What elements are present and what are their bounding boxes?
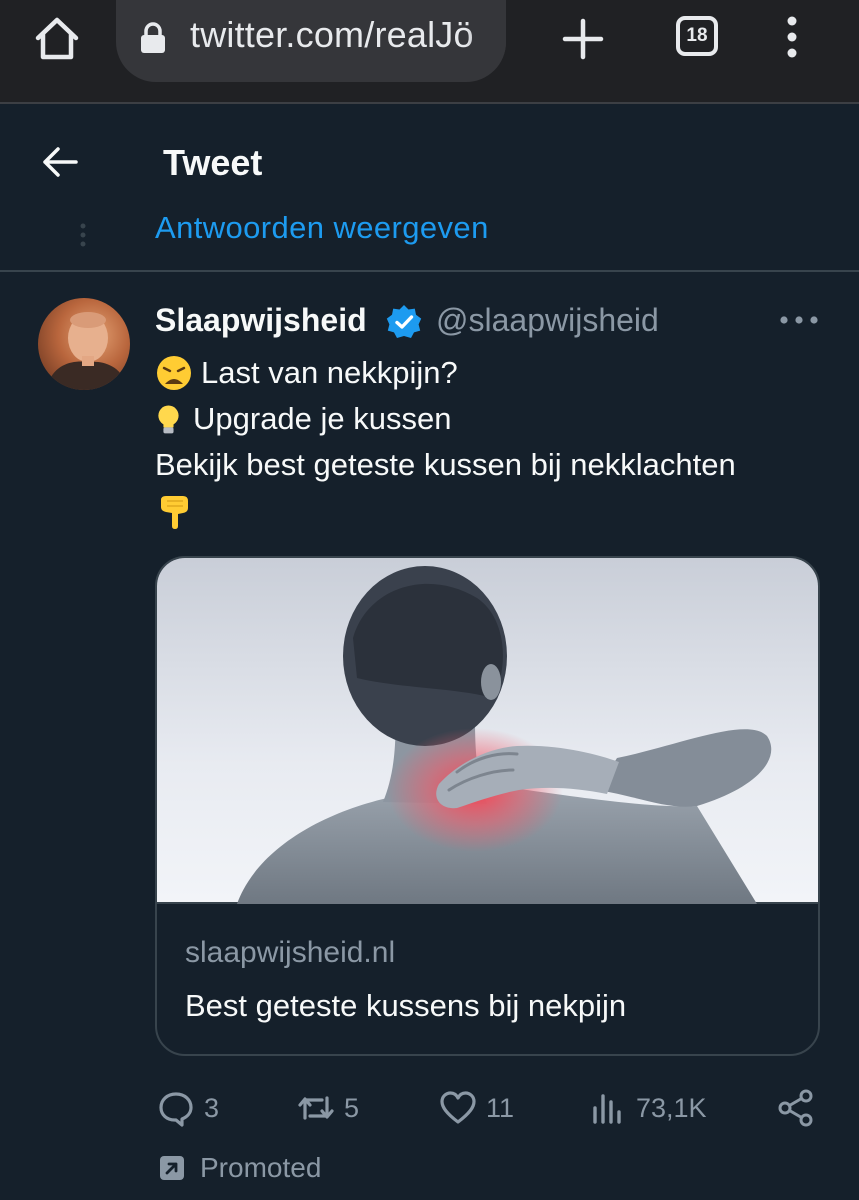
browser-toolbar: twitter.com/realJö 18: [0, 0, 859, 104]
new-tab-icon[interactable]: [560, 16, 606, 62]
promoted-label: Promoted: [158, 1152, 321, 1184]
promoted-icon: [160, 1156, 184, 1180]
light-bulb-icon: [158, 405, 179, 434]
more-vert-icon[interactable]: [778, 14, 806, 60]
thread-connector-icon: [80, 223, 86, 247]
like-button[interactable]: 11: [438, 1080, 514, 1136]
home-icon[interactable]: [32, 14, 82, 64]
like-count: 11: [486, 1092, 515, 1123]
tweet-line: Bekijk best geteste kussen bij nekklacht…: [155, 442, 835, 488]
weary-face-icon: [157, 356, 191, 390]
tweet-line-text: Upgrade je kussen: [193, 401, 452, 436]
reply-icon: [159, 1092, 193, 1127]
divider: [0, 270, 859, 272]
verified-badge-icon: [386, 305, 422, 338]
tweet-line: Upgrade je kussen: [155, 396, 835, 442]
avatar-portrait: [46, 312, 128, 390]
lock-icon: [141, 22, 165, 53]
retweet-icon: [298, 1096, 334, 1120]
author-handle[interactable]: @slaapwijsheid: [436, 302, 659, 339]
page-header: Tweet: [0, 106, 859, 216]
retweet-count: 5: [344, 1092, 360, 1123]
author-name[interactable]: Slaapwijsheid: [155, 302, 367, 339]
promoted-text: Promoted: [200, 1152, 322, 1183]
views-button[interactable]: 73,1K: [588, 1080, 707, 1136]
page-title: Tweet: [163, 142, 263, 183]
backhand-index-pointing-down-icon: [161, 496, 188, 529]
analytics-icon: [593, 1094, 621, 1124]
tweet-text: Last van nekkpijn? Upgrade je kussen Bek…: [155, 350, 835, 534]
card-image: [157, 558, 818, 904]
tweet-line-text: Bekijk best geteste kussen bij nekklacht…: [155, 447, 736, 482]
card-title: Best geteste kussens bij nekpijn: [185, 988, 627, 1023]
tweet-line: [155, 488, 835, 534]
share-button[interactable]: [776, 1080, 816, 1136]
tweet-actions: 3 5 11 73,1K: [0, 1080, 859, 1136]
tweet-line: Last van nekkpijn?: [155, 350, 835, 396]
retweet-button[interactable]: 5: [296, 1080, 359, 1136]
link-card[interactable]: slaapwijsheid.nl Best geteste kussens bi…: [155, 556, 820, 1056]
card-domain: slaapwijsheid.nl: [185, 936, 396, 969]
reply-button[interactable]: 3: [156, 1080, 219, 1136]
share-icon: [778, 1089, 813, 1127]
address-bar[interactable]: twitter.com/realJö: [116, 0, 506, 82]
reply-count: 3: [204, 1092, 220, 1123]
tweet-line-text: Last van nekkpijn?: [201, 355, 458, 390]
show-replies-link[interactable]: Antwoorden weergeven: [155, 210, 489, 246]
avatar[interactable]: [38, 298, 130, 390]
neck-pain-illustration: [237, 566, 772, 904]
views-count: 73,1K: [636, 1092, 707, 1123]
tab-count: 18: [686, 25, 708, 46]
heart-icon: [440, 1091, 476, 1124]
back-arrow-icon[interactable]: [38, 140, 82, 184]
more-options-icon[interactable]: [778, 310, 820, 330]
tab-switcher-button[interactable]: 18: [676, 16, 718, 56]
url-fade: [466, 0, 506, 82]
url-text: twitter.com/realJö: [190, 14, 474, 55]
